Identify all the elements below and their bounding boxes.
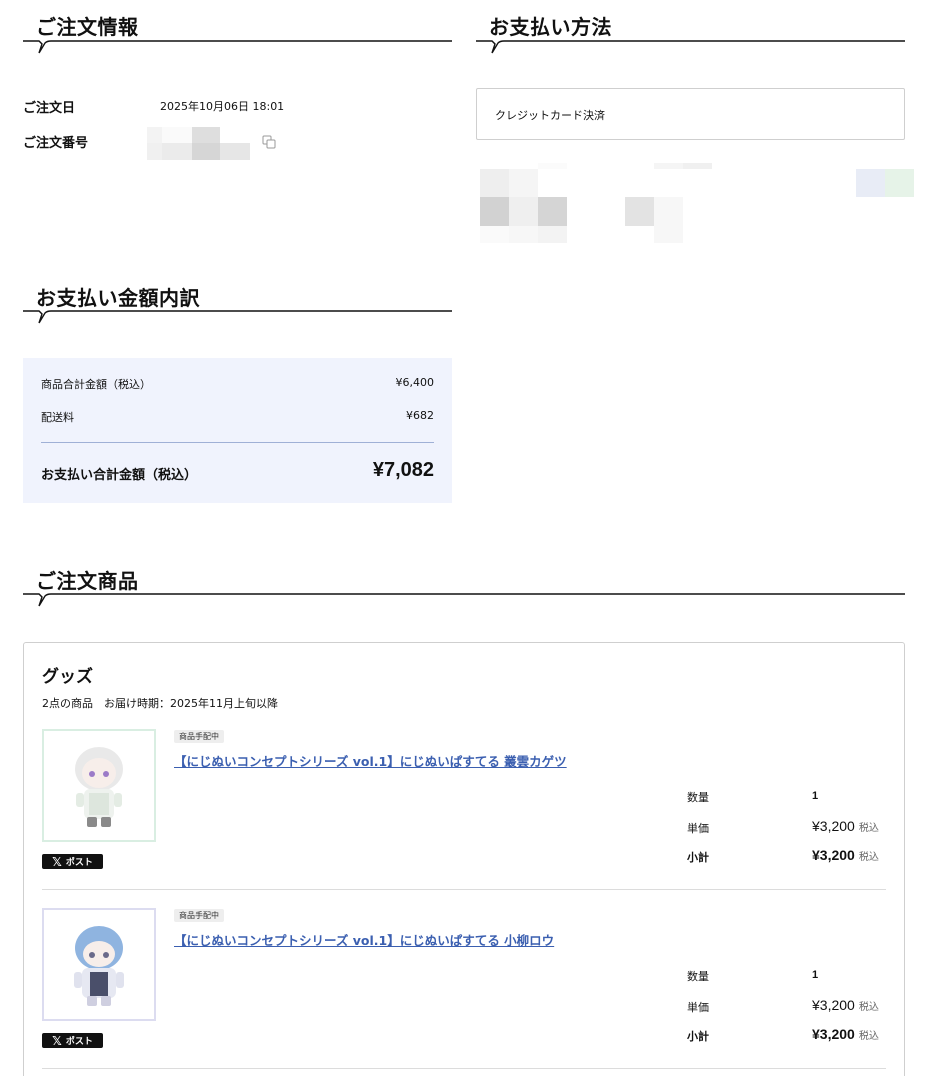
breakdown-divider	[41, 442, 434, 443]
tax-note: 税込	[858, 852, 879, 863]
tax-note: 税込	[858, 1002, 879, 1013]
order-date-label: ご注文日	[23, 101, 76, 116]
status-badge: 商品手配中	[174, 909, 224, 922]
subtotal-label: 商品合計金額（税込）	[41, 378, 151, 391]
shipping-value: ¥682	[406, 409, 434, 422]
product-link[interactable]: 【にじぬいコンセプトシリーズ vol.1】にじぬいぱすてる 小柳ロウ	[174, 930, 554, 949]
section-divider	[23, 306, 452, 326]
x-post-button[interactable]: 𝕏 ポスト	[42, 854, 103, 869]
shipping-label: 配送料	[41, 411, 74, 424]
unit-price-value: ¥3,200	[812, 997, 855, 1013]
item-divider	[42, 1068, 886, 1069]
x-post-label: ポスト	[65, 1037, 93, 1047]
payment-method-value: クレジットカード決済	[495, 109, 605, 122]
unit-price-label: 単価	[687, 1001, 709, 1014]
unit-price-value: ¥3,200	[812, 818, 855, 834]
order-date-value: 2025年10月06日 18:01	[160, 100, 285, 113]
tax-note: 税込	[858, 823, 879, 834]
subtotal-row: 商品合計金額（税込） ¥6,400	[41, 376, 434, 392]
section-divider	[23, 589, 905, 609]
subtotal-value: ¥6,400	[395, 376, 435, 389]
order-number-redacted	[147, 127, 250, 160]
qty-value: 1	[812, 790, 819, 802]
goods-group-title: グッズ	[42, 667, 93, 687]
copy-icon[interactable]	[262, 134, 276, 149]
product-image[interactable]	[42, 729, 156, 842]
item-divider	[42, 889, 886, 890]
item-subtotal-value: ¥3,200	[812, 1026, 855, 1042]
subtotal-label: 小計	[687, 1030, 709, 1043]
item-subtotal: ¥3,200 税込	[812, 1026, 879, 1042]
unit-price: ¥3,200 税込	[812, 818, 879, 834]
item-subtotal: ¥3,200 税込	[812, 847, 879, 863]
total-label: お支払い合計金額（税込）	[41, 468, 198, 483]
product-link[interactable]: 【にじぬいコンセプトシリーズ vol.1】にじぬいぱすてる 叢雲カゲツ	[174, 751, 567, 770]
shipping-row: 配送料 ¥682	[41, 409, 434, 425]
subtotal-label: 小計	[687, 851, 709, 864]
unit-price: ¥3,200 税込	[812, 997, 879, 1013]
x-logo-icon: 𝕏	[52, 1033, 62, 1048]
total-value: ¥7,082	[372, 459, 434, 481]
section-divider	[476, 36, 905, 56]
payment-method-box: クレジットカード決済	[476, 88, 905, 140]
section-divider	[23, 36, 452, 56]
x-post-button[interactable]: 𝕏 ポスト	[42, 1033, 103, 1048]
payment-details-redacted	[480, 163, 920, 245]
item-subtotal-value: ¥3,200	[812, 847, 855, 863]
qty-label: 数量	[687, 791, 709, 804]
tax-note: 税込	[858, 1031, 879, 1042]
unit-price-label: 単価	[687, 822, 709, 835]
qty-label: 数量	[687, 970, 709, 983]
status-badge: 商品手配中	[174, 730, 224, 743]
product-image[interactable]	[42, 908, 156, 1021]
order-item: 𝕏 ポスト 商品手配中 【にじぬいコンセプトシリーズ vol.1】にじぬいぱすて…	[42, 908, 886, 1076]
x-logo-icon: 𝕏	[52, 854, 62, 869]
goods-group-subtitle: 2点の商品 お届け時期：2025年11月上旬以降	[42, 697, 278, 710]
x-post-label: ポスト	[65, 858, 93, 868]
goods-card: グッズ 2点の商品 お届け時期：2025年11月上旬以降 𝕏 ポスト 商品手配中	[23, 642, 905, 1076]
qty-value: 1	[812, 969, 819, 981]
order-number-label: ご注文番号	[23, 136, 89, 151]
payment-breakdown-panel: 商品合計金額（税込） ¥6,400 配送料 ¥682 お支払い合計金額（税込） …	[23, 358, 452, 503]
order-item: 𝕏 ポスト 商品手配中 【にじぬいコンセプトシリーズ vol.1】にじぬいぱすて…	[42, 729, 886, 899]
